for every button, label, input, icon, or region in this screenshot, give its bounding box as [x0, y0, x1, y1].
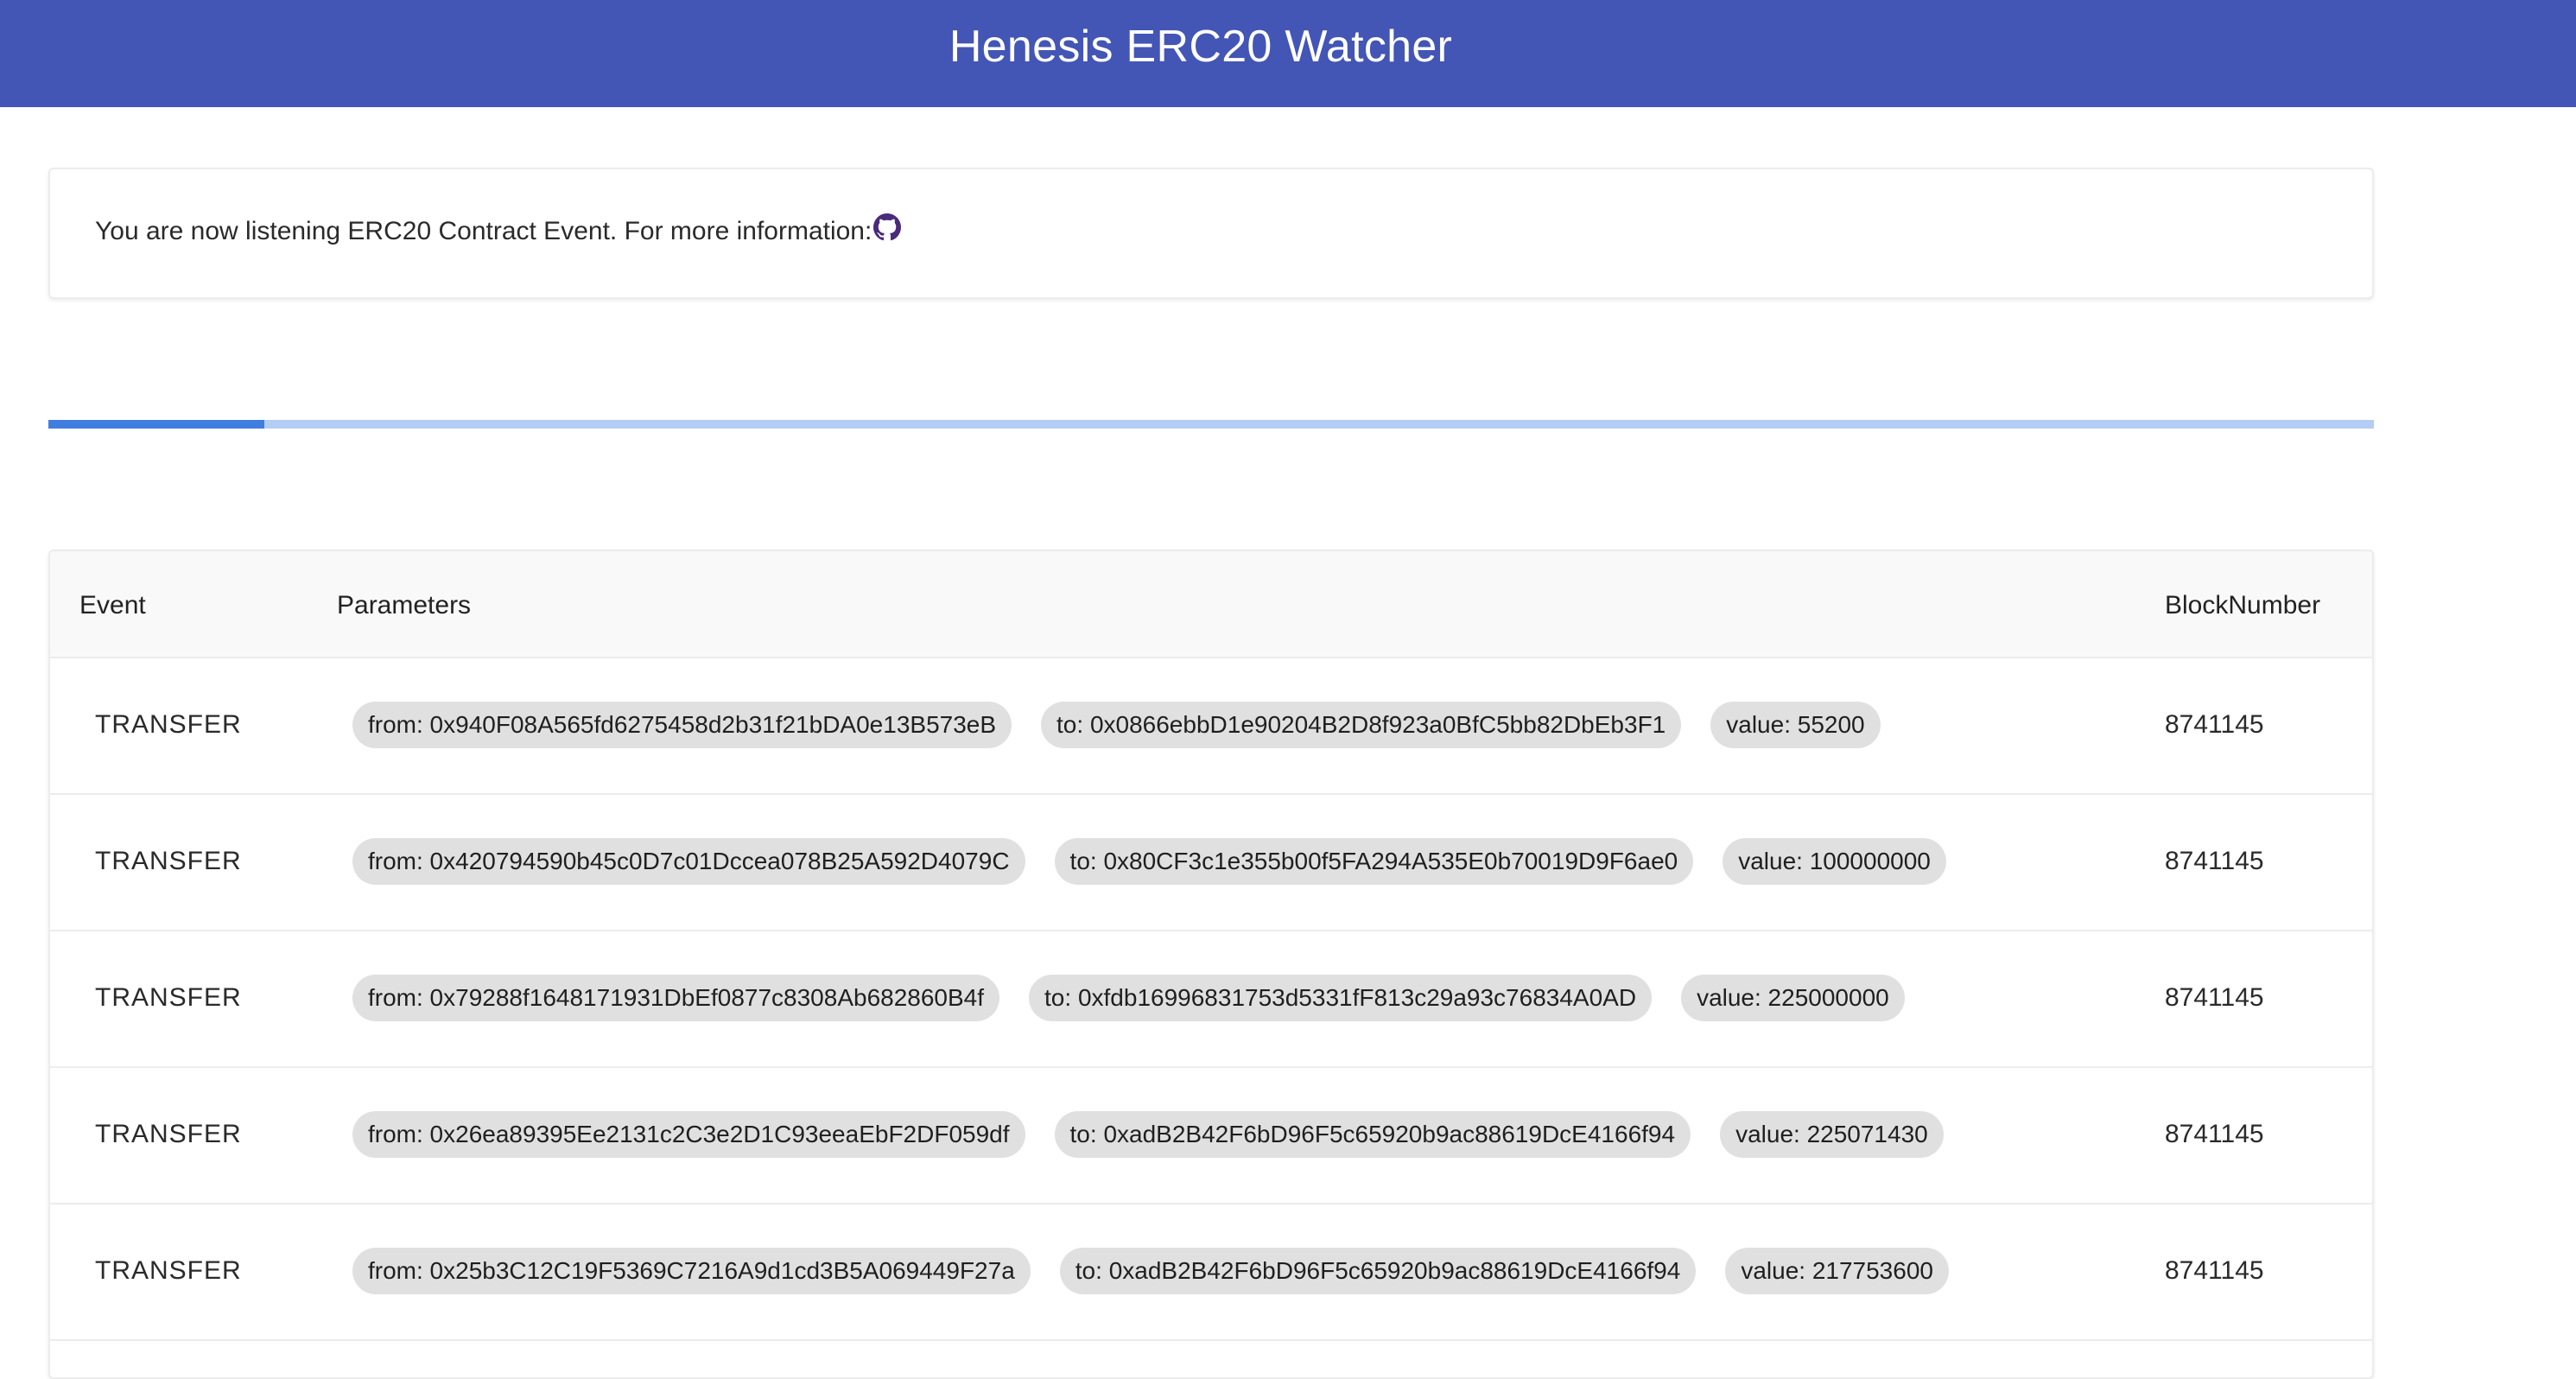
value-chip: value: 225000000 [1681, 975, 1905, 1021]
parameters-cell: from: 0x420794590b45c0D7c01Dccea078B25A5… [352, 838, 1946, 885]
app-bar: Henesis ERC20 Watcher [0, 0, 2576, 107]
from-chip: from: 0x420794590b45c0D7c01Dccea078B25A5… [352, 838, 1025, 885]
info-text: You are now listening ERC20 Contract Eve… [95, 217, 872, 245]
to-chip: to: 0xfdb16996831753d5331fF813c29a93c768… [1029, 975, 1653, 1021]
event-cell: TRANSFER [95, 1120, 242, 1148]
app-title: Henesis ERC20 Watcher [949, 22, 1453, 72]
parameters-cell: from: 0x79288f1648171931DbEf0877c8308Ab6… [352, 975, 1905, 1021]
value-chip: value: 55200 [1710, 702, 1881, 748]
column-header-event: Event [79, 591, 146, 620]
info-message: You are now listening ERC20 Contract Eve… [95, 213, 902, 246]
block-number-cell: 8741145 [2165, 983, 2264, 1012]
progress-fill [48, 420, 265, 429]
table-row: TRANSFER from: 0x420794590b45c0D7c01Dcce… [50, 795, 2372, 931]
block-number-cell: 8741145 [2165, 710, 2264, 739]
to-chip: to: 0x80CF3c1e355b00f5FA294A535E0b70019D… [1054, 838, 1694, 885]
from-chip: from: 0x940F08A565fd6275458d2b31f21bDA0e… [352, 702, 1012, 748]
column-header-parameters: Parameters [337, 591, 472, 620]
from-chip: from: 0x26ea89395Ee2131c2C3e2D1C93eeaEbF… [352, 1111, 1025, 1158]
loading-progress-bar [48, 420, 2374, 429]
info-card: You are now listening ERC20 Contract Eve… [48, 168, 2374, 299]
parameters-cell: from: 0x940F08A565fd6275458d2b31f21bDA0e… [352, 702, 1881, 748]
block-number-cell: 8741145 [2165, 1256, 2264, 1285]
table-row: TRANSFER from: 0x940F08A565fd6275458d2b3… [50, 658, 2372, 795]
from-chip: from: 0x79288f1648171931DbEf0877c8308Ab6… [352, 975, 1000, 1021]
value-chip: value: 225071430 [1720, 1111, 1944, 1158]
to-chip: to: 0xadB2B42F6bD96F5c65920b9ac88619DcE4… [1054, 1111, 1691, 1158]
column-header-blocknumber: BlockNumber [2165, 591, 2321, 620]
table-row: TRANSFER from: 0x25b3C12C19F5369C7216A9d… [50, 1204, 2372, 1341]
event-cell: TRANSFER [95, 710, 242, 739]
parameters-cell: from: 0x25b3C12C19F5369C7216A9d1cd3B5A06… [352, 1248, 1949, 1294]
events-table: Event Parameters BlockNumber TRANSFER fr… [48, 550, 2374, 1379]
event-cell: TRANSFER [95, 847, 242, 875]
value-chip: value: 217753600 [1725, 1248, 1949, 1294]
event-cell: TRANSFER [95, 1256, 242, 1285]
block-number-cell: 8741145 [2165, 847, 2264, 875]
table-row: TRANSFER from: 0x26ea89395Ee2131c2C3e2D1… [50, 1068, 2372, 1204]
to-chip: to: 0x0866ebbD1e90204B2D8f923a0BfC5bb82D… [1041, 702, 1682, 748]
table-row: TRANSFER from: 0x79288f1648171931DbEf087… [50, 931, 2372, 1068]
value-chip: value: 100000000 [1723, 838, 1946, 885]
github-icon[interactable] [873, 213, 902, 241]
table-header: Event Parameters BlockNumber [50, 551, 2372, 658]
event-cell: TRANSFER [95, 983, 242, 1012]
to-chip: to: 0xadB2B42F6bD96F5c65920b9ac88619DcE4… [1059, 1248, 1697, 1294]
from-chip: from: 0x25b3C12C19F5369C7216A9d1cd3B5A06… [352, 1248, 1031, 1294]
parameters-cell: from: 0x26ea89395Ee2131c2C3e2D1C93eeaEbF… [352, 1111, 1944, 1158]
block-number-cell: 8741145 [2165, 1120, 2264, 1148]
